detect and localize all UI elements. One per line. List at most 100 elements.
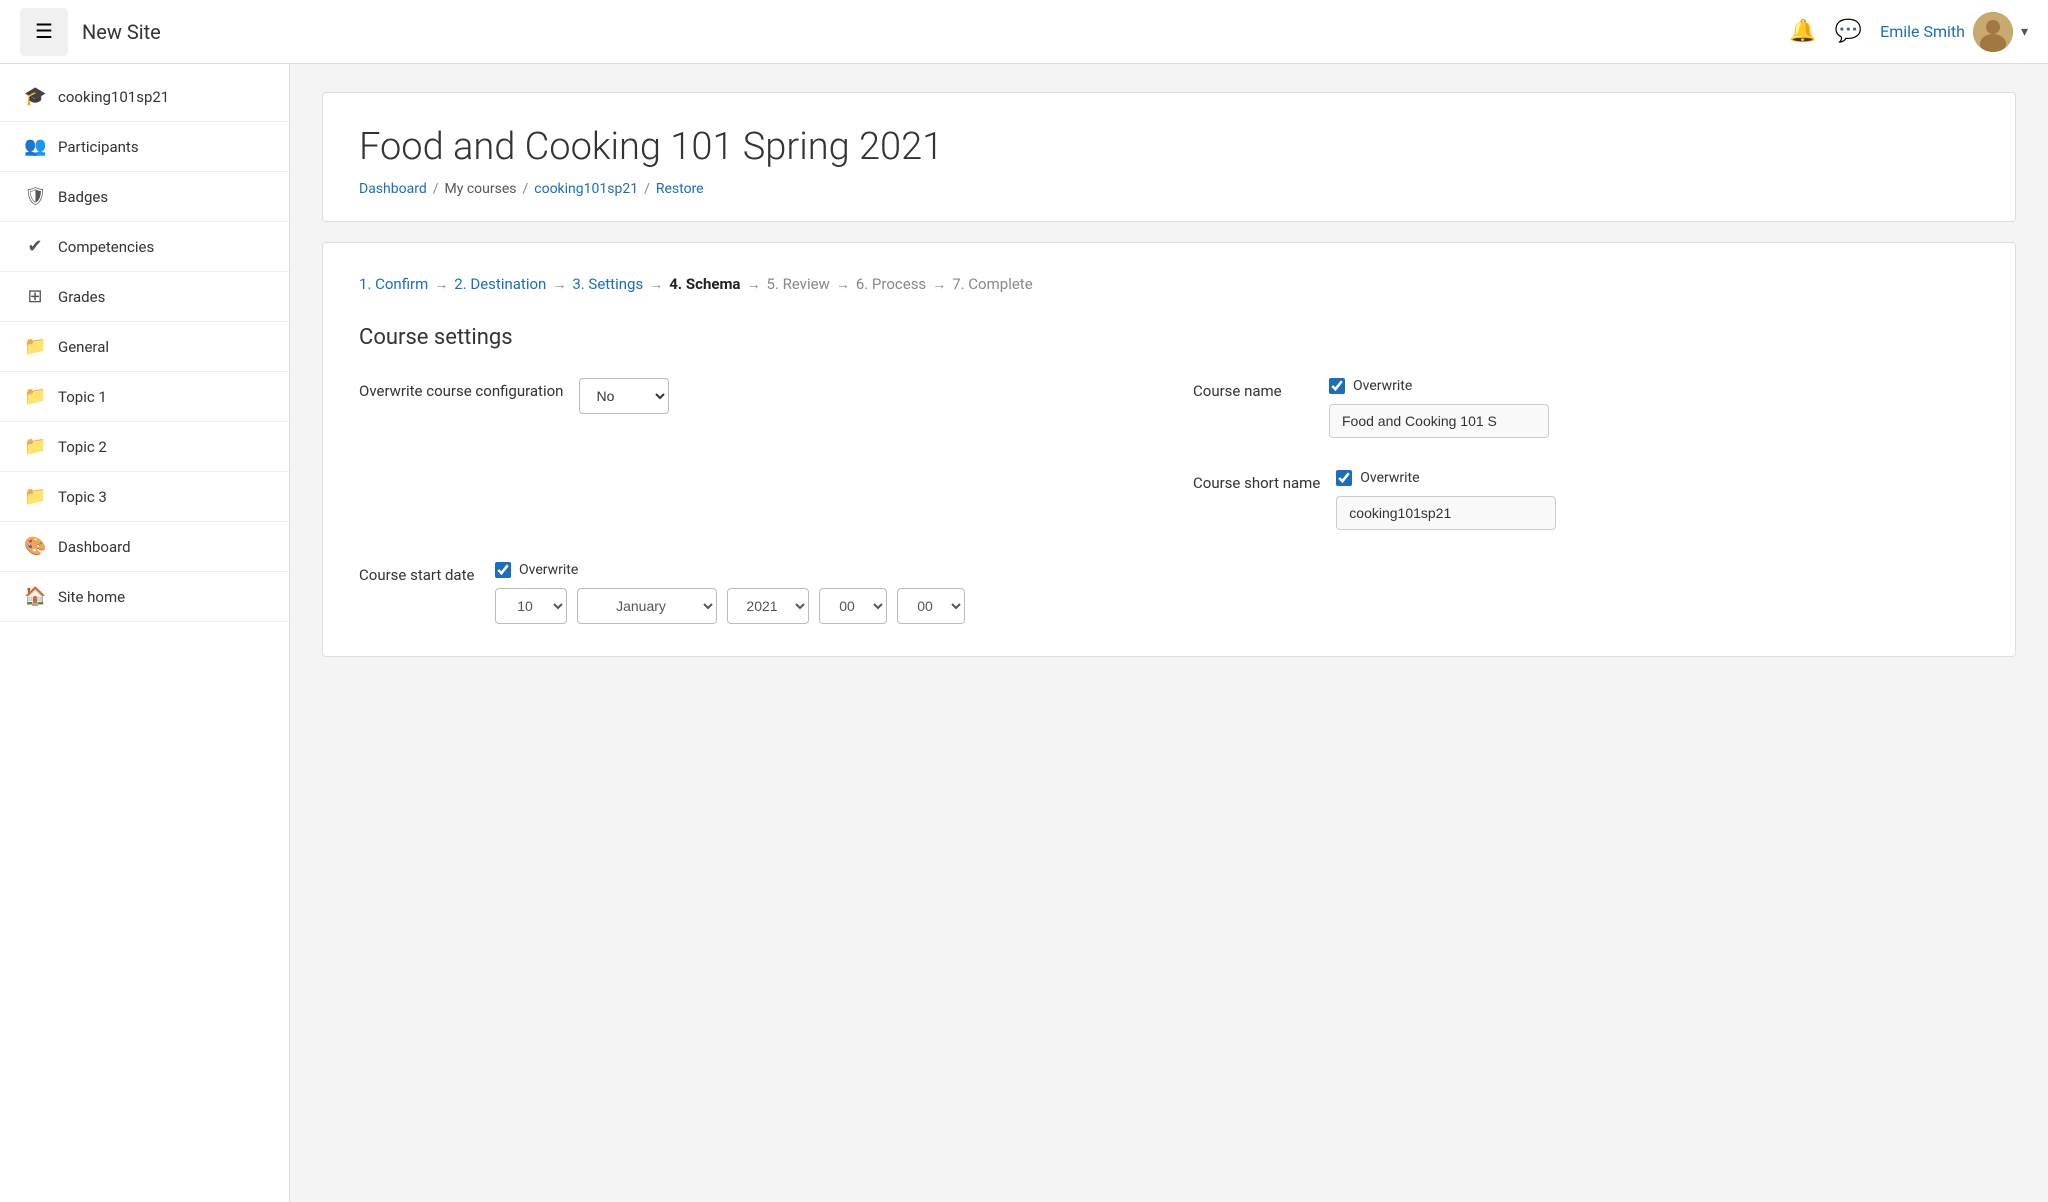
breadcrumb-my-courses: My courses <box>445 181 517 197</box>
sidebar-item-participants[interactable]: 👥 Participants <box>0 122 289 172</box>
user-name: Emile Smith <box>1880 22 1965 41</box>
course-short-name-overwrite-checkbox[interactable] <box>1336 470 1352 486</box>
sidebar-item-label: Badges <box>58 188 108 206</box>
course-name-overwrite-label: Overwrite <box>1353 378 1412 394</box>
sidebar-item-topic2[interactable]: 📁 Topic 2 <box>0 422 289 472</box>
settings-grid: Overwrite course configuration No Yes Co… <box>359 378 1979 530</box>
palette-icon: 🎨 <box>24 536 46 557</box>
folder-icon: 📁 <box>24 486 46 507</box>
sidebar-item-label: General <box>58 338 109 356</box>
sidebar-item-label: Competencies <box>58 238 154 256</box>
day-select[interactable]: 10 <box>495 588 567 624</box>
breadcrumb-restore[interactable]: Restore <box>656 181 704 197</box>
sidebar-item-label: Site home <box>58 588 125 606</box>
step-3-settings[interactable]: 3. Settings <box>572 275 643 293</box>
step-7-complete: 7. Complete <box>952 275 1032 293</box>
breadcrumb-sep: / <box>644 181 650 197</box>
breadcrumb: Dashboard / My courses / cooking101sp21 … <box>359 181 1979 197</box>
course-name-input[interactable] <box>1329 404 1549 438</box>
sidebar-item-label: Grades <box>58 288 105 306</box>
sidebar-item-badges[interactable]: 🛡 Badges <box>0 172 289 222</box>
course-short-name-row: Course short name Overwrite <box>1193 470 1979 530</box>
course-start-date-controls: Overwrite 10 January 2021 00 <box>495 562 965 624</box>
message-icon[interactable]: 💬 <box>1835 19 1862 44</box>
sidebar-item-grades[interactable]: ⊞ Grades <box>0 272 289 322</box>
main-content: Food and Cooking 101 Spring 2021 Dashboa… <box>290 64 2048 1202</box>
folder-icon: 📁 <box>24 386 46 407</box>
graduation-icon: 🎓 <box>24 86 46 107</box>
sidebar-item-label: cooking101sp21 <box>58 88 169 106</box>
year-select[interactable]: 2021 <box>727 588 809 624</box>
course-short-name-label: Course short name <box>1193 470 1320 492</box>
sidebar-item-cooking101sp21[interactable]: 🎓 cooking101sp21 <box>0 72 289 122</box>
sidebar-item-dashboard[interactable]: 🎨 Dashboard <box>0 522 289 572</box>
folder-icon: 📁 <box>24 336 46 357</box>
content-card: 1. Confirm → 2. Destination → 3. Setting… <box>322 242 2016 657</box>
overwrite-course-config-label: Overwrite course configuration <box>359 378 563 400</box>
sidebar-item-label: Topic 1 <box>58 388 107 406</box>
step-4-schema: 4. Schema <box>669 275 740 293</box>
shield-icon: 🛡 <box>24 186 46 207</box>
breadcrumb-course[interactable]: cooking101sp21 <box>534 181 638 197</box>
step-arrow: → <box>552 276 566 293</box>
course-start-date-row: Course start date Overwrite 10 January <box>359 562 1979 624</box>
course-short-name-control: Overwrite <box>1336 470 1556 530</box>
sidebar-item-site-home[interactable]: 🏠 Site home <box>0 572 289 622</box>
site-name: New Site <box>82 20 161 44</box>
left-spacer <box>359 470 1145 530</box>
sidebar-item-topic1[interactable]: 📁 Topic 1 <box>0 372 289 422</box>
sidebar-item-label: Dashboard <box>58 538 131 556</box>
breadcrumb-dashboard[interactable]: Dashboard <box>359 181 427 197</box>
sidebar-item-competencies[interactable]: ✔ Competencies <box>0 222 289 272</box>
month-select[interactable]: January <box>577 588 717 624</box>
sidebar: 🎓 cooking101sp21 👥 Participants 🛡 Badges… <box>0 64 290 1202</box>
header: ☰ New Site 🔔 💬 Emile Smith ▾ <box>0 0 2048 64</box>
step-arrow: → <box>836 276 850 293</box>
folder-icon: 📁 <box>24 436 46 457</box>
course-name-overwrite-checkbox[interactable] <box>1329 378 1345 394</box>
grid-icon: ⊞ <box>24 286 46 307</box>
sidebar-item-general[interactable]: 📁 General <box>0 322 289 372</box>
section-title: Course settings <box>359 325 1979 350</box>
overwrite-course-config-row: Overwrite course configuration No Yes <box>359 378 1145 438</box>
sidebar-item-topic3[interactable]: 📁 Topic 3 <box>0 472 289 522</box>
overwrite-course-config-control: No Yes <box>579 378 669 414</box>
breadcrumb-sep: / <box>522 181 528 197</box>
step-arrow: → <box>746 276 760 293</box>
participants-icon: 👥 <box>24 136 46 157</box>
course-start-date-overwrite-row: Overwrite <box>495 562 965 578</box>
page-title: Food and Cooking 101 Spring 2021 <box>359 125 1979 169</box>
header-right: 🔔 💬 Emile Smith ▾ <box>1789 12 2028 52</box>
course-name-overwrite-row: Overwrite <box>1329 378 1549 394</box>
notification-icon[interactable]: 🔔 <box>1789 19 1816 44</box>
sidebar-item-label: Topic 3 <box>58 488 107 506</box>
course-short-name-overwrite-row: Overwrite <box>1336 470 1556 486</box>
step-1-confirm[interactable]: 1. Confirm <box>359 275 428 293</box>
step-2-destination[interactable]: 2. Destination <box>454 275 546 293</box>
step-arrow: → <box>649 276 663 293</box>
step-6-process: 6. Process <box>856 275 926 293</box>
dropdown-arrow-icon[interactable]: ▾ <box>2021 24 2028 40</box>
step-5-review: 5. Review <box>766 275 829 293</box>
minute-select[interactable]: 00 <box>897 588 965 624</box>
page-header-card: Food and Cooking 101 Spring 2021 Dashboa… <box>322 92 2016 222</box>
course-name-label: Course name <box>1193 378 1313 400</box>
course-start-date-label: Course start date <box>359 562 479 584</box>
home-icon: 🏠 <box>24 586 46 607</box>
course-start-date-overwrite-checkbox[interactable] <box>495 562 511 578</box>
course-start-date-overwrite-label: Overwrite <box>519 562 578 578</box>
overwrite-course-config-select[interactable]: No Yes <box>579 378 669 414</box>
breadcrumb-sep: / <box>433 181 439 197</box>
hour-select[interactable]: 00 <box>819 588 887 624</box>
avatar <box>1973 12 2013 52</box>
check-icon: ✔ <box>24 236 46 257</box>
user-menu[interactable]: Emile Smith ▾ <box>1880 12 2028 52</box>
course-short-name-overwrite-label: Overwrite <box>1360 470 1419 486</box>
menu-button[interactable]: ☰ <box>20 8 68 56</box>
sidebar-item-label: Topic 2 <box>58 438 107 456</box>
sidebar-item-label: Participants <box>58 138 139 156</box>
course-name-control: Overwrite <box>1329 378 1549 438</box>
steps-bar: 1. Confirm → 2. Destination → 3. Setting… <box>359 275 1979 293</box>
step-arrow: → <box>434 276 448 293</box>
course-short-name-input[interactable] <box>1336 496 1556 530</box>
